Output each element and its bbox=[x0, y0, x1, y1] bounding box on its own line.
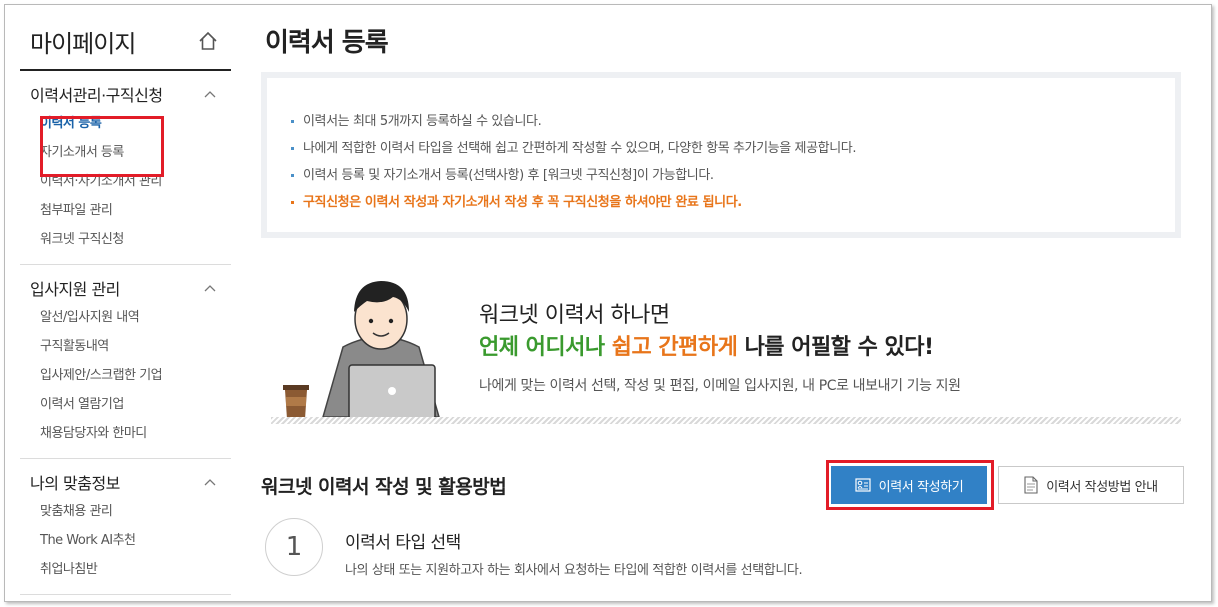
sidebar-item-viewing-companies[interactable]: 이력서 열람기업 bbox=[20, 390, 231, 419]
chevron-up-icon[interactable] bbox=[203, 283, 217, 293]
sidebar-item-activity-history[interactable]: 구직활동내역 bbox=[20, 332, 231, 361]
sidebar-item-career-compass[interactable]: 취업나침반 bbox=[20, 555, 231, 584]
step-1: 1 이력서 타입 선택 나의 상태 또는 지원하고자 하는 회사에서 요청하는 … bbox=[265, 518, 1165, 588]
sidebar-group-title: 나의 맞춤정보 bbox=[30, 474, 120, 493]
step-number: 1 bbox=[265, 518, 323, 576]
sidebar-item-ai-recommend[interactable]: The Work AI추천 bbox=[20, 526, 231, 555]
home-icon[interactable] bbox=[197, 30, 219, 52]
document-icon bbox=[1024, 476, 1038, 494]
promo-banner: 워크넷 이력서 하나면 언제 어디서나 쉽고 간편하게 나를 어필할 수 있다!… bbox=[261, 267, 1181, 429]
main-content: 이력서 등록 이력서는 최대 5개까지 등록하실 수 있습니다. 나에게 적합한… bbox=[261, 5, 1191, 601]
sidebar-item-attachments[interactable]: 첨부파일 관리 bbox=[20, 196, 231, 225]
sidebar-group-title: 입사지원 관리 bbox=[30, 280, 120, 299]
highlight-box-button bbox=[826, 460, 994, 510]
notice-box: 이력서는 최대 5개까지 등록하실 수 있습니다. 나에게 적합한 이력서 타입… bbox=[261, 72, 1181, 238]
sidebar-group-header[interactable]: 입사지원 관리 bbox=[20, 273, 231, 303]
promo-divider bbox=[271, 417, 1181, 424]
person-laptop-illustration bbox=[283, 281, 451, 421]
promo-rest-text: 나를 어필할 수 있다! bbox=[744, 335, 934, 360]
sidebar: 마이페이지 이력서관리·구직신청 이력서 등록 자기소개서 등록 이력서·자기소… bbox=[20, 13, 231, 595]
sidebar-header: 마이페이지 bbox=[20, 13, 231, 71]
promo-subtext: 나에게 맞는 이력서 선택, 작성 및 편집, 이메일 입사지원, 내 PC로 … bbox=[479, 378, 961, 394]
sidebar-group-header[interactable]: 나의 맞춤정보 bbox=[20, 467, 231, 497]
howto-section-title: 워크넷 이력서 작성 및 활용방법 bbox=[261, 476, 507, 498]
notice-item: 이력서 등록 및 자기소개서 등록(선택사항) 후 [워크넷 구직신청]이 가능… bbox=[289, 162, 1175, 189]
sidebar-item-application-history[interactable]: 알선/입사지원 내역 bbox=[20, 303, 231, 332]
sidebar-group-title: 이력서관리·구직신청 bbox=[30, 86, 163, 105]
sidebar-item-offers-scraps[interactable]: 입사제안/스크랩한 기업 bbox=[20, 361, 231, 390]
highlight-box-sidebar bbox=[40, 116, 164, 177]
resume-guide-button[interactable]: 이력서 작성방법 안내 bbox=[998, 466, 1184, 504]
sidebar-group-applications: 입사지원 관리 알선/입사지원 내역 구직활동내역 입사제안/스크랩한 기업 이… bbox=[20, 265, 231, 459]
promo-headline-1: 워크넷 이력서 하나면 bbox=[479, 303, 670, 328]
chevron-up-icon[interactable] bbox=[203, 477, 217, 487]
step-title: 이력서 타입 선택 bbox=[345, 533, 461, 553]
promo-green-text: 언제 어디서나 bbox=[479, 335, 605, 360]
notice-item: 이력서는 최대 5개까지 등록하실 수 있습니다. bbox=[289, 108, 1175, 135]
sidebar-group-header[interactable]: 이력서관리·구직신청 bbox=[20, 79, 231, 109]
sidebar-item-recruiter-message[interactable]: 채용담당자와 한마디 bbox=[20, 419, 231, 448]
step-description: 나의 상태 또는 지원하고자 하는 회사에서 요청하는 타입에 적합한 이력서를… bbox=[345, 563, 803, 578]
sidebar-group-custom: 나의 맞춤정보 맞춤채용 관리 The Work AI추천 취업나침반 bbox=[20, 459, 231, 595]
sidebar-title: 마이페이지 bbox=[30, 29, 136, 58]
notice-item: 나에게 적합한 이력서 타입을 선택해 쉽고 간편하게 작성할 수 있으며, 다… bbox=[289, 135, 1175, 162]
resume-guide-label: 이력서 작성방법 안내 bbox=[1046, 479, 1158, 495]
promo-orange-text: 쉽고 간편하게 bbox=[611, 335, 738, 360]
promo-headline-2: 언제 어디서나 쉽고 간편하게 나를 어필할 수 있다! bbox=[479, 329, 934, 361]
chevron-up-icon[interactable] bbox=[203, 89, 217, 99]
notice-item-warning: 구직신청은 이력서 작성과 자기소개서 작성 후 꼭 구직신청을 하셔야만 완료… bbox=[289, 189, 1175, 216]
page-title: 이력서 등록 bbox=[265, 28, 389, 58]
notice-list: 이력서는 최대 5개까지 등록하실 수 있습니다. 나에게 적합한 이력서 타입… bbox=[267, 78, 1175, 232]
sidebar-item-job-apply[interactable]: 워크넷 구직신청 bbox=[20, 225, 231, 254]
page-frame: 마이페이지 이력서관리·구직신청 이력서 등록 자기소개서 등록 이력서·자기소… bbox=[4, 4, 1212, 602]
sidebar-item-custom-jobs[interactable]: 맞춤채용 관리 bbox=[20, 497, 231, 526]
